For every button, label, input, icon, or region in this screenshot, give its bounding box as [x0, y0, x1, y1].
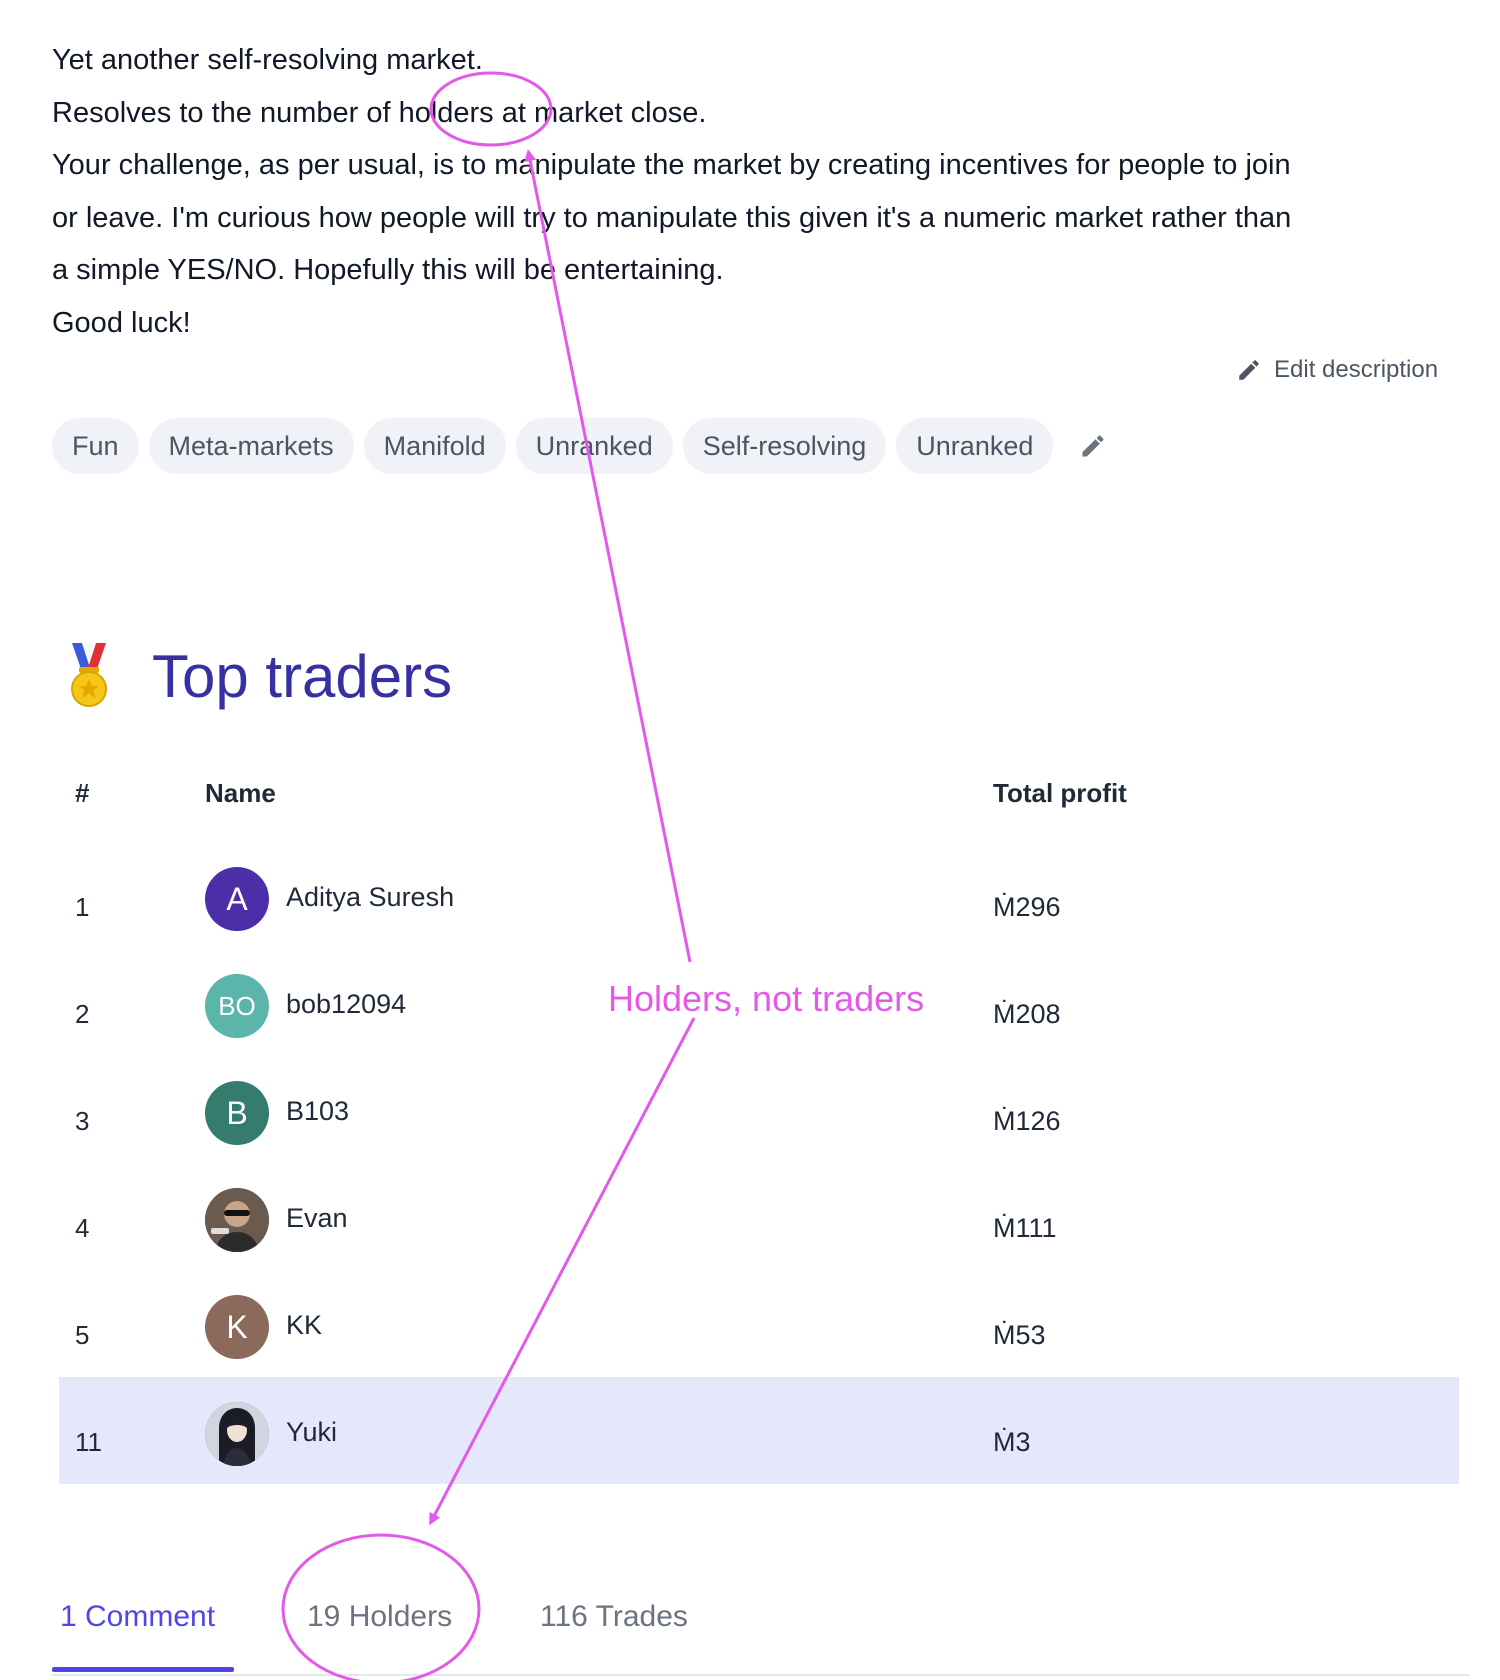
table-row: 4 Evan Ṁ111 [59, 1163, 1459, 1270]
avatar[interactable] [205, 1402, 269, 1466]
rank-cell: 5 [75, 1320, 90, 1350]
user-name-link[interactable]: KK [286, 1310, 322, 1341]
tag-chip[interactable]: Manifold [363, 418, 506, 474]
profit-cell: Ṁ126 [993, 1106, 1061, 1136]
profit-cell: Ṁ111 [993, 1213, 1057, 1243]
profit-cell: Ṁ53 [993, 1320, 1046, 1350]
rank-cell: 3 [75, 1106, 90, 1136]
rank-cell: 2 [75, 999, 90, 1029]
medal-icon [71, 643, 107, 707]
edit-description-label: Edit description [1274, 356, 1439, 383]
user-photo-icon [205, 1402, 269, 1466]
table-row-current-user: 11 Yuki Ṁ3 [59, 1377, 1459, 1484]
description-line: or leave. I'm curious how people will tr… [52, 201, 1292, 234]
tag-chip[interactable]: Meta-markets [148, 418, 354, 474]
description-line: Yet another self-resolving market. [52, 44, 483, 76]
pencil-icon [1082, 435, 1104, 457]
description-line: Your challenge, as per usual, is to mani… [52, 149, 1291, 181]
pencil-icon [1239, 360, 1259, 380]
profit-cell: Ṁ296 [993, 892, 1061, 922]
avatar[interactable] [205, 1188, 269, 1252]
column-header-rank: # [75, 778, 90, 808]
description-line: Good luck! [52, 306, 191, 339]
market-description: Yet another self-resolving market. Resol… [52, 34, 1472, 349]
rank-cell: 1 [75, 892, 90, 922]
active-tab-indicator [52, 1667, 234, 1672]
avatar[interactable]: A [205, 867, 269, 931]
column-header-profit: Total profit [993, 778, 1127, 808]
table-row: 5 K KK Ṁ53 [59, 1270, 1459, 1377]
tag-chip[interactable]: Unranked [515, 418, 673, 474]
rank-cell: 4 [75, 1213, 90, 1243]
tag-chip[interactable]: Unranked [896, 418, 1054, 474]
user-name-link[interactable]: Evan [286, 1203, 348, 1234]
table-row: 3 B B103 Ṁ126 [59, 1056, 1459, 1163]
column-header-name: Name [205, 778, 276, 808]
page-title: Top traders [152, 642, 453, 710]
avatar[interactable]: B [205, 1081, 269, 1145]
market-tabs: 1 Comment 19 Holders 116 Trades [52, 1580, 1470, 1676]
description-line: a simple YES/NO. Hopefully this will be … [52, 254, 724, 286]
edit-description-button[interactable]: Edit description [1236, 350, 1438, 390]
profit-cell: Ṁ208 [993, 999, 1061, 1029]
avatar[interactable]: BO [205, 974, 269, 1038]
top-traders-table: # Name Total profit 1 A Aditya Suresh Ṁ2… [59, 746, 1459, 1484]
user-name-link[interactable]: Yuki [286, 1417, 337, 1448]
edit-tags-button[interactable] [1073, 426, 1113, 466]
user-photo-icon [205, 1188, 269, 1252]
tag-chip[interactable]: Fun [52, 418, 139, 474]
user-name-link[interactable]: Aditya Suresh [286, 882, 454, 913]
tag-list: Fun Meta-markets Manifold Unranked Self-… [52, 418, 1113, 474]
user-name-link[interactable]: B103 [286, 1096, 349, 1127]
description-line: Resolves to the number of holders at mar… [52, 96, 707, 129]
user-name-link[interactable]: bob12094 [286, 989, 406, 1020]
top-traders-header: Top traders [66, 636, 452, 716]
tab-comments[interactable]: 1 Comment [60, 1600, 215, 1634]
avatar[interactable]: K [205, 1295, 269, 1359]
tab-holders[interactable]: 19 Holders [307, 1600, 452, 1634]
table-header: # Name Total profit [59, 746, 1459, 842]
profit-cell: Ṁ3 [993, 1427, 1031, 1457]
rank-cell: 11 [75, 1427, 102, 1457]
tab-trades[interactable]: 116 Trades [540, 1600, 688, 1634]
annotation-note: Holders, not traders [608, 978, 925, 1019]
table-row: 1 A Aditya Suresh Ṁ296 [59, 842, 1459, 949]
tag-chip[interactable]: Self-resolving [682, 418, 887, 474]
